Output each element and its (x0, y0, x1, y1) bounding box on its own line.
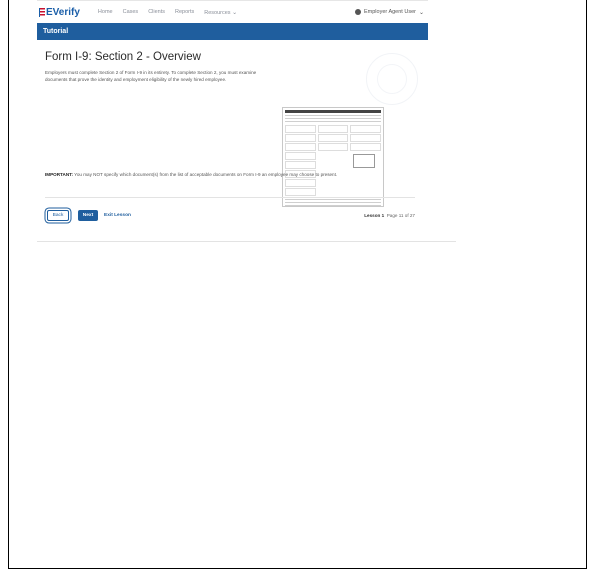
nav-item-resources[interactable]: Resources ⌄ (204, 9, 237, 16)
lead-paragraph: Employers must complete Section 2 of For… (45, 70, 257, 83)
page-count: Page 11 of 27 (386, 213, 415, 218)
app-content: E Verify Home Cases Clients Reports Resou… (37, 0, 456, 242)
divider (45, 197, 415, 198)
important-note: IMPORTANT: You may NOT specify which doc… (45, 172, 425, 177)
tutorial-banner: Tutorial (37, 23, 428, 40)
top-navigation: E Verify Home Cases Clients Reports Resou… (37, 0, 428, 23)
page-indicator: Lesson 1 Page 11 of 27 (364, 213, 415, 218)
back-button[interactable]: Back (47, 210, 69, 221)
chevron-down-icon: ⌄ (232, 9, 238, 16)
exit-lesson-link[interactable]: Exit Lesson (104, 213, 131, 218)
lesson-page: Form I-9: Section 2 - Overview Employers… (37, 51, 428, 207)
logo-text: Verify (52, 6, 80, 18)
lesson-controls: Back Next Exit Lesson Lesson 1 Page 11 o… (47, 210, 415, 221)
nav-item-cases[interactable]: Cases (123, 9, 139, 16)
bottom-divider (37, 241, 456, 242)
everify-logo[interactable]: E Verify (39, 7, 80, 18)
browser-frame: E Verify Home Cases Clients Reports Resou… (8, 0, 587, 569)
logo-prefix: E (46, 6, 53, 18)
nav-item-reports[interactable]: Reports (175, 9, 194, 16)
nav-links: Home Cases Clients Reports Resources ⌄ (98, 9, 237, 16)
nav-item-resources-label: Resources (204, 9, 231, 16)
lesson-label: Lesson 1 (364, 213, 385, 218)
user-label: Employer Agent User (364, 9, 416, 15)
page-title: Form I-9: Section 2 - Overview (45, 51, 201, 63)
important-text: You may NOT specify which document(s) fr… (72, 172, 338, 177)
chevron-down-icon: ⌄ (418, 9, 424, 16)
form-i9-section2-image (282, 107, 384, 207)
flag-icon (39, 7, 45, 17)
user-menu[interactable]: Employer Agent User ⌄ (355, 9, 424, 16)
nav-item-clients[interactable]: Clients (148, 9, 165, 16)
nav-item-home[interactable]: Home (98, 9, 113, 16)
banner-title: Tutorial (43, 28, 69, 35)
next-button[interactable]: Next (78, 210, 98, 221)
user-icon (355, 9, 361, 15)
seal-watermark (366, 53, 418, 105)
important-label: IMPORTANT: (45, 172, 73, 177)
